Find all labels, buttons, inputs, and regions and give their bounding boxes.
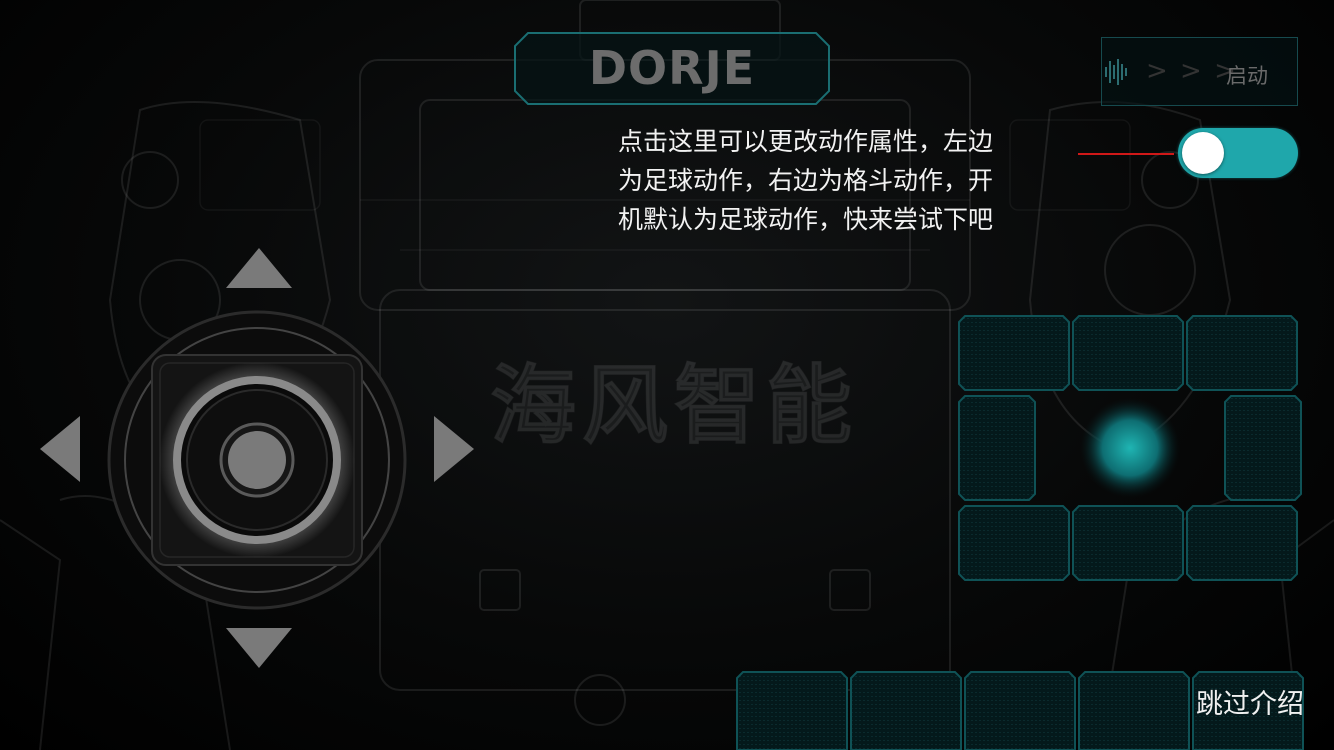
action-button-4 xyxy=(958,395,1036,501)
action-button-7 xyxy=(958,505,1070,581)
action-button-9 xyxy=(1186,505,1298,581)
tooltip-pointer-line xyxy=(1078,153,1174,155)
action-button-1 xyxy=(958,315,1070,391)
brand-watermark: 海风智能 xyxy=(490,355,858,457)
action-button-6 xyxy=(1224,395,1302,501)
bottom-button-4 xyxy=(1078,671,1190,750)
app-title: DORJE xyxy=(588,41,756,95)
toggle-tooltip: 点击这里可以更改动作属性，左边 为足球动作，右边为格斗动作，开 机默认为足球动作… xyxy=(618,122,1048,239)
bottom-button-2 xyxy=(850,671,962,750)
tooltip-line-3: 机默认为足球动作，快来尝试下吧 xyxy=(618,205,994,234)
game-screen: 海风智能 DORJE > > > 启动 点击这里可以更改动作属性，左边 为足球动… xyxy=(0,0,1334,750)
action-center-glow xyxy=(1080,398,1180,498)
tooltip-line-2: 为足球动作，右边为格斗动作，开 xyxy=(618,166,994,195)
joystick[interactable] xyxy=(30,235,490,685)
action-button-2 xyxy=(1072,315,1184,391)
action-button-8 xyxy=(1072,505,1184,581)
title-badge: DORJE xyxy=(514,32,830,105)
tooltip-line-1: 点击这里可以更改动作属性，左边 xyxy=(618,127,994,156)
bottom-button-3 xyxy=(964,671,1076,750)
action-mode-toggle[interactable] xyxy=(1178,128,1298,178)
skip-intro-button[interactable]: 跳过介绍 xyxy=(1196,682,1304,721)
start-label: 启动 xyxy=(1226,64,1268,88)
action-button-3 xyxy=(1186,315,1298,391)
bottom-button-1 xyxy=(736,671,848,750)
sound-wave-icon xyxy=(1105,59,1127,85)
chevrons-icon: > > > xyxy=(1146,56,1238,86)
action-button-pad[interactable] xyxy=(955,310,1305,586)
toggle-knob xyxy=(1182,132,1224,174)
start-button[interactable]: > > > 启动 xyxy=(1101,37,1298,106)
